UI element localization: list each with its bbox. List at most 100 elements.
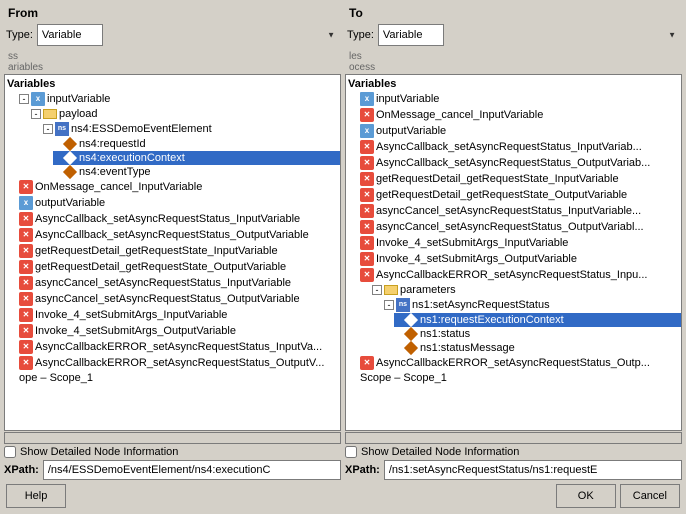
cancel-button[interactable]: Cancel — [620, 484, 680, 508]
from-type-select[interactable]: Variable — [37, 24, 103, 46]
diamond-icon — [63, 165, 77, 179]
list-item[interactable]: ✕ getRequestDetail_getRequestState_Outpu… — [358, 187, 681, 203]
list-item[interactable]: ns1:statusMessage — [394, 341, 681, 355]
list-item[interactable]: ns4:executionContext — [53, 151, 340, 165]
list-item[interactable]: ns4:eventType — [53, 165, 340, 179]
list-item[interactable]: ✕ asyncCancel_setAsyncRequestStatus_Outp… — [17, 291, 340, 307]
to-type-label: Type: — [347, 29, 374, 41]
list-item[interactable]: ✕ asyncCancel_setAsyncRequestStatus_Inpu… — [358, 203, 681, 219]
list-item[interactable]: ✕ AsyncCallbackERROR_setAsyncRequestStat… — [358, 355, 681, 371]
var-icon: x — [19, 196, 33, 210]
x-icon: ✕ — [360, 140, 374, 154]
list-item[interactable]: x outputVariable — [358, 123, 681, 139]
list-item[interactable]: ✕ Invoke_4_setSubmitArgs_InputVariable — [358, 235, 681, 251]
expand-icon[interactable]: - — [43, 124, 53, 134]
list-item[interactable]: ✕ AsyncCallbackERROR_setAsyncRequestStat… — [358, 267, 681, 283]
list-item[interactable]: - payload — [29, 107, 340, 121]
from-type-select-wrapper[interactable]: Variable — [37, 24, 339, 46]
from-xpath-label: XPath: — [4, 464, 39, 476]
button-row: Help OK Cancel — [4, 480, 682, 510]
x-icon: ✕ — [19, 244, 33, 258]
list-item[interactable]: - parameters — [370, 283, 681, 297]
x-icon: ✕ — [19, 260, 33, 274]
to-panel-section: les ocess Variables x inputVariable ✕ On… — [345, 50, 682, 444]
x-icon: ✕ — [19, 276, 33, 290]
x-icon: ✕ — [360, 204, 374, 218]
list-item[interactable]: ✕ AsyncCallback_setAsyncRequestStatus_Ou… — [358, 155, 681, 171]
list-item[interactable]: - x inputVariable — [17, 91, 340, 107]
to-checkbox-label: Show Detailed Node Information — [361, 446, 519, 458]
btn-right-group: OK Cancel — [556, 484, 680, 508]
from-title: From — [4, 4, 341, 22]
to-type-select-wrapper[interactable]: Variable — [378, 24, 680, 46]
list-item[interactable]: ✕ Invoke_4_setSubmitArgs_OutputVariable — [17, 323, 340, 339]
x-icon: ✕ — [19, 340, 33, 354]
list-item[interactable]: ✕ AsyncCallback_setAsyncRequestStatus_In… — [17, 211, 340, 227]
list-item[interactable]: ✕ AsyncCallbackERROR_setAsyncRequestStat… — [17, 355, 340, 371]
diamond-icon — [63, 151, 77, 165]
var-icon: x — [31, 92, 45, 106]
from-variables-label: Variables — [7, 78, 55, 90]
to-type-select[interactable]: Variable — [378, 24, 444, 46]
from-xpath-input[interactable] — [43, 460, 341, 480]
to-type-row: Type: Variable — [345, 22, 682, 50]
from-panel: From Type: Variable ss ariables — [4, 4, 341, 480]
diamond-icon — [404, 327, 418, 341]
list-item[interactable]: ns1:status — [394, 327, 681, 341]
to-checkbox-row: Show Detailed Node Information — [345, 446, 682, 458]
list-item[interactable]: ✕ Invoke_4_setSubmitArgs_OutputVariable — [358, 251, 681, 267]
to-variables-label: Variables — [348, 78, 396, 90]
from-hscrollbar[interactable] — [4, 432, 341, 444]
expand-icon[interactable]: - — [31, 109, 41, 119]
to-detail-checkbox[interactable] — [345, 446, 357, 458]
x-icon: ✕ — [19, 308, 33, 322]
from-tree[interactable]: Variables - x inputVariable - payload — [4, 74, 341, 431]
ok-button[interactable]: OK — [556, 484, 616, 508]
expand-icon[interactable]: - — [384, 300, 394, 310]
list-item[interactable]: ns1:requestExecutionContext — [394, 313, 681, 327]
list-item[interactable]: ✕ OnMessage_cancel_InputVariable — [358, 107, 681, 123]
help-button[interactable]: Help — [6, 484, 66, 508]
list-item[interactable]: x inputVariable — [358, 91, 681, 107]
ns-icon: ns — [55, 122, 69, 136]
list-item[interactable]: ✕ AsyncCallback_setAsyncRequestStatus_In… — [358, 139, 681, 155]
expand-icon[interactable]: - — [372, 285, 382, 295]
expand-icon[interactable]: - — [19, 94, 29, 104]
diamond-icon — [404, 313, 418, 327]
from-panel-bottom: Show Detailed Node Information XPath: — [4, 444, 341, 480]
to-scroll-hint: les ocess — [345, 50, 682, 74]
list-item: ope – Scope_1 — [17, 371, 340, 385]
list-item[interactable]: ✕ getRequestDetail_getRequestState_Input… — [358, 171, 681, 187]
to-hscrollbar[interactable] — [345, 432, 682, 444]
from-xpath-row: XPath: — [4, 460, 341, 480]
list-item[interactable]: ✕ Invoke_4_setSubmitArgs_InputVariable — [17, 307, 340, 323]
list-item[interactable]: ✕ getRequestDetail_getRequestState_Outpu… — [17, 259, 340, 275]
list-item[interactable]: ✕ AsyncCallback_setAsyncRequestStatus_Ou… — [17, 227, 340, 243]
to-xpath-input[interactable] — [384, 460, 682, 480]
from-panel-section: ss ariables Variables - x inputVariable — [4, 50, 341, 444]
list-item[interactable]: x outputVariable — [17, 195, 340, 211]
folder-icon — [43, 109, 57, 119]
list-item[interactable]: - ns ns1:setAsyncRequestStatus — [382, 297, 681, 313]
from-type-label: Type: — [6, 29, 33, 41]
list-item: Variables — [5, 77, 340, 91]
var-icon: x — [360, 92, 374, 106]
list-item[interactable]: ✕ OnMessage_cancel_InputVariable — [17, 179, 340, 195]
list-item[interactable]: ✕ asyncCancel_setAsyncRequestStatus_Outp… — [358, 219, 681, 235]
from-checkbox-label: Show Detailed Node Information — [20, 446, 178, 458]
to-tree[interactable]: Variables x inputVariable ✕ OnMessage_ca… — [345, 74, 682, 431]
to-xpath-label: XPath: — [345, 464, 380, 476]
list-item[interactable]: - ns ns4:ESSDemoEventElement — [41, 121, 340, 137]
from-type-row: Type: Variable — [4, 22, 341, 50]
list-item[interactable]: ns4:requestId — [53, 137, 340, 151]
to-title: To — [345, 4, 682, 22]
list-item[interactable]: ✕ getRequestDetail_getRequestState_Input… — [17, 243, 340, 259]
to-panel-bottom: Show Detailed Node Information XPath: — [345, 444, 682, 480]
panels-row: From Type: Variable ss ariables — [4, 4, 682, 480]
to-panel: To Type: Variable les ocess Variables — [345, 4, 682, 480]
list-item[interactable]: ✕ asyncCancel_setAsyncRequestStatus_Inpu… — [17, 275, 340, 291]
from-detail-checkbox[interactable] — [4, 446, 16, 458]
x-icon: ✕ — [360, 108, 374, 122]
list-item[interactable]: ✕ AsyncCallbackERROR_setAsyncRequestStat… — [17, 339, 340, 355]
x-icon: ✕ — [19, 324, 33, 338]
